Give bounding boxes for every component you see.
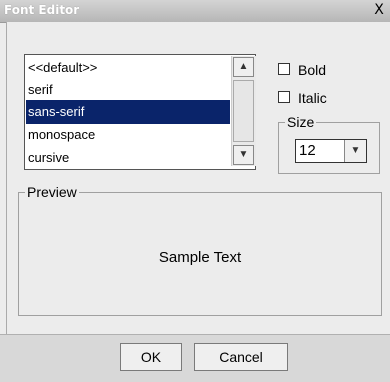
list-scrollbar[interactable]: ▲ ▼ (231, 56, 256, 166)
list-item[interactable]: cursive (26, 146, 230, 170)
size-group-title: Size (285, 114, 317, 130)
title-bar[interactable]: Font Editor X (0, 0, 390, 23)
close-icon[interactable]: X (370, 2, 388, 19)
scroll-up-icon[interactable]: ▲ (233, 57, 254, 77)
ok-button[interactable]: OK (120, 343, 182, 371)
preview-group: Preview Sample Text (18, 184, 382, 316)
list-item[interactable]: monospace (26, 123, 230, 147)
cancel-button[interactable]: Cancel (194, 343, 288, 371)
preview-group-title: Preview (25, 184, 79, 200)
italic-checkbox[interactable] (278, 91, 290, 103)
button-bar: OK Cancel (0, 334, 390, 382)
font-family-list[interactable]: <<default>> serif sans-serif monospace c… (24, 54, 256, 170)
list-item[interactable]: <<default>> (26, 56, 230, 80)
list-item[interactable]: serif (26, 78, 230, 102)
preview-sample-text: Sample Text (158, 249, 242, 266)
font-editor-window: Font Editor X <<default>> serif sans-ser… (0, 0, 390, 382)
italic-label: Italic (298, 90, 327, 106)
bold-checkbox[interactable] (278, 63, 290, 75)
list-item-selected[interactable]: sans-serif (26, 100, 230, 124)
scroll-down-icon[interactable]: ▼ (233, 145, 254, 165)
chevron-down-icon[interactable]: ▼ (344, 140, 366, 162)
window-title: Font Editor (4, 3, 80, 17)
size-group: Size 12 ▼ (278, 114, 380, 174)
bold-label: Bold (298, 62, 327, 78)
size-value: 12 (299, 142, 316, 159)
size-select[interactable]: 12 ▼ (295, 139, 367, 163)
scroll-thumb[interactable] (233, 80, 254, 142)
